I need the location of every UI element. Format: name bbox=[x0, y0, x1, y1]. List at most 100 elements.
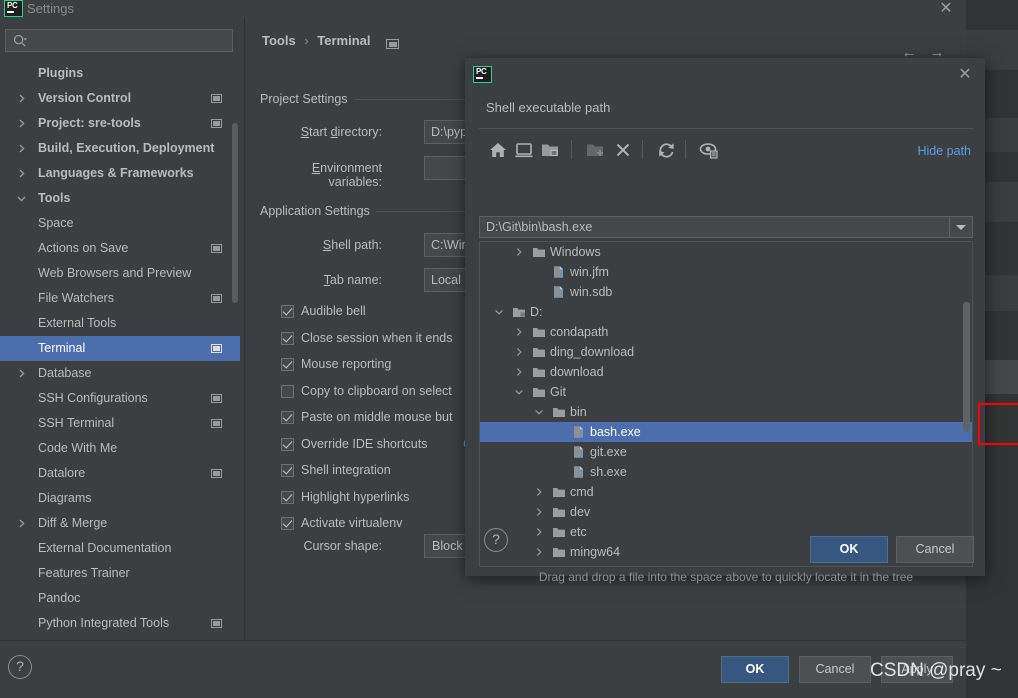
sidebar-item-external-documentation[interactable]: External Documentation bbox=[0, 536, 240, 561]
file-tree-row[interactable]: dev bbox=[480, 502, 972, 522]
checkbox-box[interactable] bbox=[281, 464, 294, 477]
chevron-down-icon[interactable] bbox=[494, 307, 504, 317]
dialog-cancel-button[interactable]: Cancel bbox=[896, 536, 974, 563]
file-tree-row[interactable]: cmd bbox=[480, 482, 972, 502]
ok-button[interactable]: OK bbox=[721, 656, 789, 683]
sidebar-item-ssh-terminal[interactable]: SSH Terminal bbox=[0, 411, 240, 436]
sidebar-item-file-watchers[interactable]: File Watchers bbox=[0, 286, 240, 311]
chevron-right-icon[interactable] bbox=[514, 367, 524, 377]
chevron-right-icon[interactable] bbox=[534, 487, 544, 497]
checkbox-box[interactable] bbox=[281, 384, 294, 398]
checkbox-box[interactable] bbox=[281, 517, 294, 530]
sidebar-scrollbar[interactable] bbox=[232, 123, 238, 303]
sidebar-item-actions-on-save[interactable]: Actions on Save bbox=[0, 236, 240, 261]
dialog-help-button[interactable]: ? bbox=[484, 528, 508, 552]
sidebar-item-languages-frameworks[interactable]: Languages & Frameworks bbox=[0, 161, 240, 186]
sidebar-item-pandoc[interactable]: Pandoc bbox=[0, 586, 240, 611]
sidebar-item-diff-merge[interactable]: Diff & Merge bbox=[0, 511, 240, 536]
path-dropdown-button[interactable] bbox=[949, 217, 972, 237]
file-tree-row[interactable]: win.sdb bbox=[480, 282, 972, 302]
sidebar-item-external-tools[interactable]: External Tools bbox=[0, 311, 240, 336]
file-tree-row[interactable]: bash.exe bbox=[480, 422, 972, 442]
cancel-button[interactable]: Cancel bbox=[799, 656, 871, 683]
checkbox-box[interactable] bbox=[281, 411, 294, 424]
checkbox-box[interactable] bbox=[281, 331, 294, 345]
search-input[interactable] bbox=[5, 29, 233, 52]
chevron-right-icon[interactable] bbox=[16, 368, 27, 379]
file-tree-row[interactable]: Windows bbox=[480, 242, 972, 262]
checkbox-box[interactable] bbox=[281, 490, 294, 504]
file-tree[interactable]: Windows win.jfm win.sdb D: condapath ding_dow… bbox=[479, 241, 973, 567]
folder-icon bbox=[553, 548, 565, 557]
breadcrumb-root[interactable]: Tools bbox=[262, 33, 296, 48]
project-folder-icon[interactable] bbox=[538, 138, 562, 162]
sidebar-item-code-with-me[interactable]: Code With Me bbox=[0, 436, 240, 461]
screen: PC Settings ✕ Plugins Version Control Proj… bbox=[0, 0, 1018, 698]
chevron-down-icon[interactable] bbox=[534, 407, 544, 417]
chevron-right-icon[interactable] bbox=[16, 518, 27, 529]
chevron-right-icon[interactable] bbox=[534, 527, 544, 537]
chevron-right-icon[interactable] bbox=[534, 507, 544, 517]
sidebar-item-version-control[interactable]: Version Control bbox=[0, 86, 240, 111]
sidebar-item-terminal[interactable]: Terminal bbox=[0, 336, 240, 361]
delete-icon[interactable] bbox=[611, 138, 635, 162]
chevron-down-icon[interactable] bbox=[16, 193, 27, 204]
help-button[interactable]: ? bbox=[8, 655, 32, 679]
chevron-right-icon[interactable] bbox=[514, 327, 524, 337]
sidebar-item-plugins[interactable]: Plugins bbox=[0, 61, 240, 86]
settings-category-tree[interactable]: Plugins Version Control Project: sre-tools… bbox=[0, 61, 240, 656]
file-tree-item-label: D: bbox=[530, 305, 543, 319]
chevron-right-icon[interactable] bbox=[514, 347, 524, 357]
shell-path-label: Shell path: bbox=[322, 238, 382, 252]
exe-file-icon bbox=[574, 426, 583, 438]
file-tree-row[interactable]: condapath bbox=[480, 322, 972, 342]
file-tree-row[interactable]: win.jfm bbox=[480, 262, 972, 282]
chevron-right-icon[interactable] bbox=[514, 247, 524, 257]
sidebar-item-tools[interactable]: Tools bbox=[0, 186, 240, 211]
file-tree-row[interactable]: sh.exe bbox=[480, 462, 972, 482]
sidebar-item-project-sre-tools[interactable]: Project: sre-tools bbox=[0, 111, 240, 136]
sidebar-item-python-integrated-tools[interactable]: Python Integrated Tools bbox=[0, 611, 240, 636]
chevron-right-icon[interactable] bbox=[16, 143, 27, 154]
dialog-ok-button[interactable]: OK bbox=[810, 536, 888, 563]
sidebar-item-label: Diff & Merge bbox=[38, 516, 108, 530]
file-tree-row[interactable]: download bbox=[480, 362, 972, 382]
checkbox-label: Mouse reporting bbox=[301, 357, 392, 371]
hide-path-link[interactable]: Hide path bbox=[917, 144, 971, 158]
sidebar-item-features-trainer[interactable]: Features Trainer bbox=[0, 561, 240, 586]
toolbar-separator bbox=[642, 140, 643, 159]
sidebar-item-datalore[interactable]: Datalore bbox=[0, 461, 240, 486]
file-tree-row[interactable]: bin bbox=[480, 402, 972, 422]
checkbox-box[interactable] bbox=[281, 358, 294, 371]
sidebar-item-database[interactable]: Database bbox=[0, 361, 240, 386]
file-tree-scrollbar[interactable] bbox=[963, 302, 970, 432]
file-tree-item-label: condapath bbox=[550, 325, 609, 339]
sidebar-item-build-execution-deployment[interactable]: Build, Execution, Deployment bbox=[0, 136, 240, 161]
chevron-right-icon[interactable] bbox=[16, 93, 27, 104]
chevron-right-icon[interactable] bbox=[534, 547, 544, 557]
file-tree-row[interactable]: Git bbox=[480, 382, 972, 402]
chevron-down-icon[interactable] bbox=[514, 387, 524, 397]
chevron-right-icon[interactable] bbox=[16, 118, 27, 129]
sidebar-item-space[interactable]: Space bbox=[0, 211, 240, 236]
pycharm-icon: PC bbox=[473, 66, 492, 83]
file-tree-item-label: win.jfm bbox=[570, 265, 609, 279]
checkbox-label: Close session when it ends bbox=[301, 330, 453, 345]
home-icon[interactable] bbox=[486, 138, 510, 162]
dialog-close-icon[interactable]: ✕ bbox=[953, 64, 977, 86]
close-icon[interactable]: ✕ bbox=[934, 0, 958, 20]
path-input[interactable]: D:\Git\bin\bash.exe bbox=[479, 216, 973, 238]
desktop-icon[interactable] bbox=[512, 138, 536, 162]
show-hidden-files-icon[interactable] bbox=[697, 138, 721, 162]
checkbox-box[interactable] bbox=[281, 437, 294, 451]
checkbox-box[interactable] bbox=[281, 305, 294, 318]
sidebar-item-diagrams[interactable]: Diagrams bbox=[0, 486, 240, 511]
file-tree-row[interactable]: ding_download bbox=[480, 342, 972, 362]
chevron-right-icon[interactable] bbox=[16, 168, 27, 179]
file-tree-row[interactable]: D: bbox=[480, 302, 972, 322]
sidebar-item-ssh-configurations[interactable]: SSH Configurations bbox=[0, 386, 240, 411]
sidebar-item-web-browsers-and-preview[interactable]: Web Browsers and Preview bbox=[0, 261, 240, 286]
file-tree-item-label: Git bbox=[550, 385, 566, 399]
file-tree-row[interactable]: git.exe bbox=[480, 442, 972, 462]
refresh-icon[interactable] bbox=[654, 138, 678, 162]
